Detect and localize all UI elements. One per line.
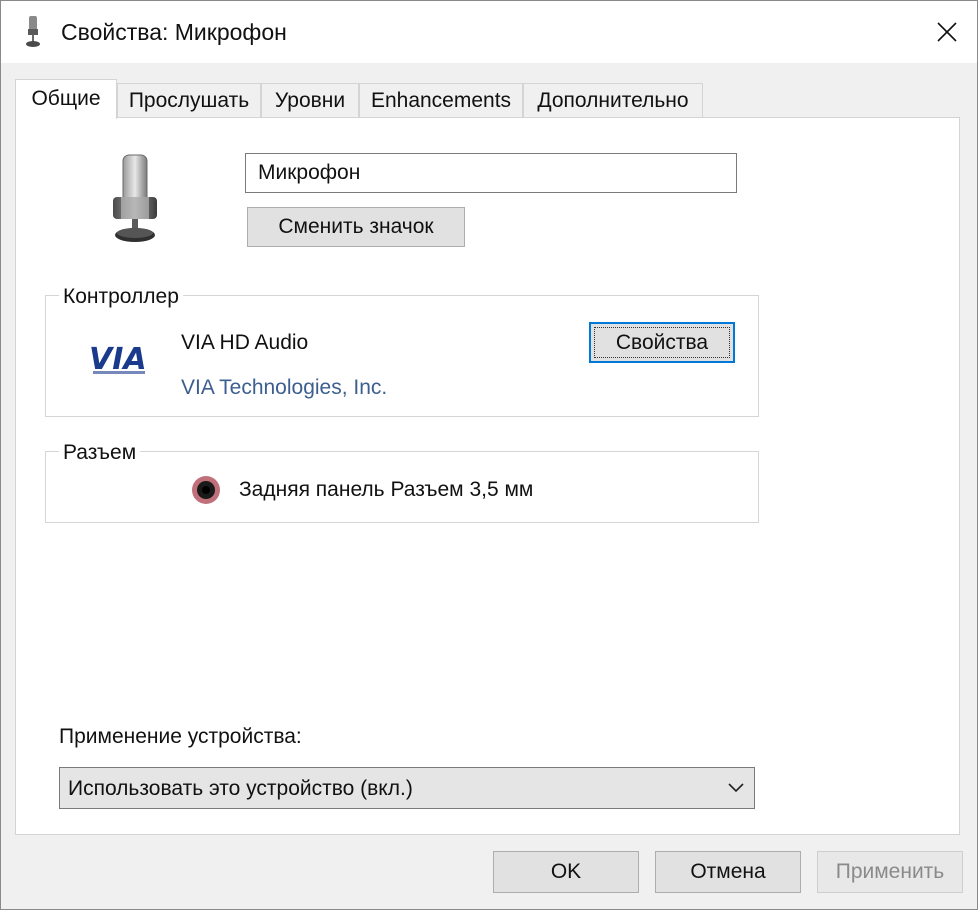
apply-button[interactable]: Применить xyxy=(817,851,963,893)
properties-dialog: Свойства: Микрофон Общие Прослушать Уров… xyxy=(0,0,978,910)
controller-properties-button[interactable]: Свойства xyxy=(589,322,735,363)
tab-enhancements[interactable]: Enhancements xyxy=(359,83,523,117)
close-icon xyxy=(937,22,957,42)
microphone-icon xyxy=(23,15,43,49)
controller-name: VIA HD Audio xyxy=(181,331,309,354)
jack-group-label: Разъем xyxy=(59,441,141,465)
tab-levels[interactable]: Уровни xyxy=(261,83,359,117)
tab-general[interactable]: Общие xyxy=(15,79,117,119)
change-icon-button[interactable]: Сменить значок xyxy=(247,207,465,247)
cancel-button[interactable]: Отмена xyxy=(655,851,801,893)
via-logo: VIA xyxy=(87,341,153,381)
title-bar: Свойства: Микрофон xyxy=(1,1,977,63)
controller-group-label: Контроллер xyxy=(59,285,183,309)
device-usage-value: Использовать это устройство (вкл.) xyxy=(68,777,413,800)
controller-vendor: VIA Technologies, Inc. xyxy=(181,376,388,399)
ok-button[interactable]: OK xyxy=(493,851,639,893)
device-name-field[interactable] xyxy=(245,153,737,193)
jack-description: Задняя панель Разъем 3,5 мм xyxy=(239,478,534,501)
tab-listen[interactable]: Прослушать xyxy=(117,83,261,117)
device-usage-label: Применение устройства: xyxy=(59,725,302,748)
chevron-down-icon xyxy=(726,780,746,796)
window-title: Свойства: Микрофон xyxy=(61,19,287,45)
close-button[interactable] xyxy=(917,1,977,63)
microphone-icon xyxy=(109,153,161,245)
audio-jack-icon xyxy=(191,475,221,505)
device-usage-dropdown[interactable]: Использовать это устройство (вкл.) xyxy=(59,767,755,809)
tab-advanced[interactable]: Дополнительно xyxy=(523,83,703,117)
